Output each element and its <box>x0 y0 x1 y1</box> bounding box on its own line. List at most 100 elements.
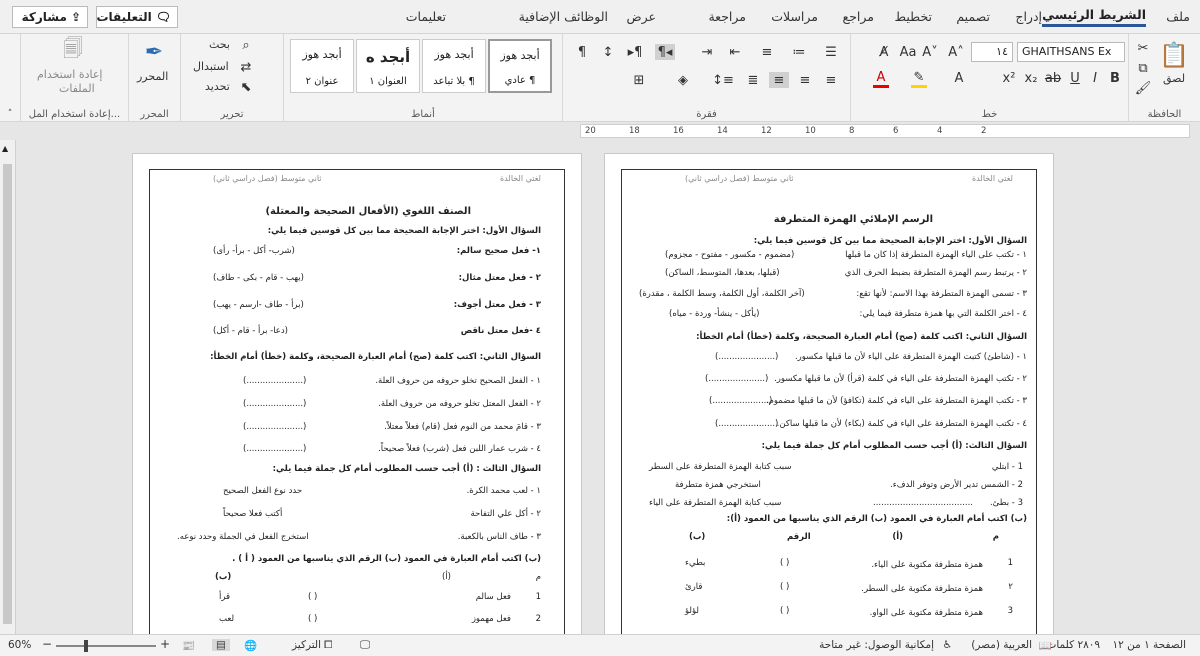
status-words[interactable]: ٢٨٠٩ كلمات <box>1046 639 1100 651</box>
editor-button[interactable]: المحرر <box>137 70 168 83</box>
copy-icon[interactable]: ⧉ <box>1135 60 1151 76</box>
superscript-icon[interactable]: x² <box>1001 70 1017 86</box>
decrease-indent-icon[interactable]: ⇤ <box>725 44 745 60</box>
select-button[interactable]: تحديد <box>205 80 230 93</box>
tab-help[interactable]: تعليمات <box>406 9 446 24</box>
style-name: ¶ عادي <box>504 75 536 86</box>
change-case-icon[interactable]: Aa <box>899 44 917 60</box>
tab-home[interactable]: الشريط الرئيسي <box>1042 7 1146 27</box>
style-heading-1[interactable]: أبجد ه العنوان ١ <box>356 39 420 93</box>
comments-button[interactable]: 🗨 التعليقات <box>96 6 178 28</box>
paste-button[interactable]: لصق <box>1163 72 1185 85</box>
accessibility-icon[interactable]: ♿ <box>943 639 952 651</box>
format-painter-icon[interactable]: 🖌 <box>1135 80 1152 96</box>
style-heading-2[interactable]: أبجد هوز عنوان ٢ <box>290 39 354 93</box>
status-page[interactable]: الصفحة ١ من ١٢ <box>1113 639 1187 651</box>
question-heading: السؤال الثاني: اكتب كلمة (صح) أمام العبا… <box>696 332 1027 342</box>
font-color-icon[interactable]: A <box>873 70 889 88</box>
web-layout-icon[interactable]: 🌐 <box>244 639 257 652</box>
search-icon[interactable]: ⌕ <box>239 38 253 53</box>
text-effects-icon[interactable]: A <box>951 70 967 86</box>
tab-file[interactable]: ملف <box>1166 9 1190 24</box>
proofing-icon[interactable]: 📖 <box>1039 639 1052 652</box>
ruler-track[interactable]: 20 18 16 14 12 10 8 6 4 2 <box>580 124 1190 138</box>
status-accessibility[interactable]: إمكانية الوصول: غير متاحة <box>819 639 934 651</box>
paragraph-label: فقرة <box>696 109 717 120</box>
subscript-icon[interactable]: x₂ <box>1023 70 1039 86</box>
paste-icon[interactable]: 📋 <box>1159 40 1189 70</box>
ltr-icon[interactable]: ▸¶ <box>625 44 645 60</box>
focus-icon[interactable]: ⧠ <box>324 639 332 652</box>
cut-icon[interactable]: ✂ <box>1135 40 1151 56</box>
scroll-up-icon[interactable]: ▲ <box>2 144 8 153</box>
line-spacing-icon[interactable]: ↕≡ <box>712 72 734 88</box>
share-button[interactable]: ⇪ مشاركة <box>12 6 88 28</box>
table-row-word: قرأ <box>219 592 231 602</box>
tab-layout[interactable]: تخطيط <box>895 9 932 24</box>
clear-format-icon[interactable]: A̸ <box>875 44 893 60</box>
underline-icon[interactable]: U <box>1067 70 1083 86</box>
tab-design[interactable]: تصميم <box>956 9 990 24</box>
zoom-out-icon[interactable]: − <box>42 637 52 651</box>
ruler-tick: 14 <box>717 126 728 136</box>
reuse-files-icon[interactable]: 🗐 <box>59 36 87 64</box>
answer-options: (مضموم - مكسور - مفتوح - مجزوم) <box>665 250 795 260</box>
sort-icon[interactable]: ↕ <box>599 44 617 60</box>
shrink-font-icon[interactable]: A˅ <box>921 44 939 60</box>
rtl-icon[interactable]: ¶◂ <box>655 44 675 60</box>
align-left-icon[interactable]: ≡ <box>821 72 841 88</box>
justify-icon[interactable]: ≣ <box>743 72 763 88</box>
reuse-files-button[interactable]: إعادة استخدام <box>37 68 102 81</box>
bold-icon[interactable]: B <box>1107 70 1123 86</box>
align-center-icon[interactable]: ≡ <box>795 72 815 88</box>
tab-addins[interactable]: الوظائف الإضافية <box>519 9 608 24</box>
collapse-ribbon-icon[interactable]: ˄ <box>4 108 16 120</box>
shading-icon[interactable]: ◈ <box>673 72 693 88</box>
replace-icon[interactable]: ⇄ <box>239 60 253 75</box>
focus-button[interactable]: التركيز <box>292 639 321 651</box>
zoom-in-icon[interactable]: + <box>160 637 170 651</box>
reuse-label: إعادة استخدام المل... <box>28 109 121 120</box>
zoom-slider[interactable] <box>56 645 156 647</box>
show-marks-icon[interactable]: ¶ <box>573 44 591 60</box>
bullets-icon[interactable]: ☰ <box>821 44 841 60</box>
tab-review[interactable]: مراجعة <box>708 9 746 24</box>
tab-view[interactable]: عرض <box>627 9 656 24</box>
print-layout-icon[interactable]: ▤ <box>212 639 230 651</box>
style-normal[interactable]: أبجد هوز ¶ عادي <box>488 39 552 93</box>
document-page-left[interactable]: لغتي الخالدة ثاني متوسط (فصل دراسي ثاني)… <box>132 153 582 643</box>
tab-references[interactable]: مراجع <box>843 9 874 24</box>
highlight-icon[interactable]: ✎ <box>911 70 927 88</box>
borders-icon[interactable]: ⊞ <box>629 72 649 88</box>
increase-indent-icon[interactable]: ⇥ <box>697 44 717 60</box>
read-mode-icon[interactable]: 📰 <box>182 639 195 652</box>
display-settings-icon[interactable]: 🖵 <box>360 639 370 652</box>
zoom-level[interactable]: 60% <box>8 639 31 651</box>
style-name: ¶ بلا تباعد <box>433 76 475 87</box>
align-right-icon[interactable]: ≡ <box>769 72 789 88</box>
styles-label: أنماط <box>411 109 435 120</box>
ruler-tick: 10 <box>805 126 816 136</box>
font-name-select[interactable]: GHAITHSANS Ex <box>1017 42 1125 62</box>
vertical-scrollbar[interactable]: ▲ <box>0 140 16 634</box>
tab-insert[interactable]: إدراج <box>1015 9 1042 24</box>
tab-mailings[interactable]: مراسلات <box>771 9 818 24</box>
style-no-spacing[interactable]: أبجد هوز ¶ بلا تباعد <box>422 39 486 93</box>
table-row-num: 1 <box>1007 558 1013 568</box>
editor-pen-icon[interactable]: ✒ <box>139 38 169 66</box>
find-button[interactable]: بحث <box>209 38 230 51</box>
scroll-thumb[interactable] <box>3 164 12 624</box>
italic-icon[interactable]: I <box>1087 70 1103 86</box>
strikethrough-icon[interactable]: ab <box>1045 70 1061 86</box>
numbering-icon[interactable]: ≔ <box>789 44 809 60</box>
answer-blank: (.....................) <box>715 352 779 362</box>
document-page-right[interactable]: لغتي الخالدة ثاني متوسط (فصل دراسي ثاني)… <box>604 153 1054 643</box>
select-cursor-icon[interactable]: ⬉ <box>239 80 253 95</box>
font-size-select[interactable]: ١٤ <box>971 42 1013 62</box>
ruler-tick: 20 <box>585 126 596 136</box>
grow-font-icon[interactable]: A˄ <box>947 44 965 60</box>
status-language[interactable]: العربية (مصر) <box>971 639 1032 651</box>
multilevel-list-icon[interactable]: ≡ <box>757 44 777 60</box>
replace-button[interactable]: استبدال <box>193 60 229 73</box>
zoom-slider-thumb[interactable] <box>84 640 88 652</box>
